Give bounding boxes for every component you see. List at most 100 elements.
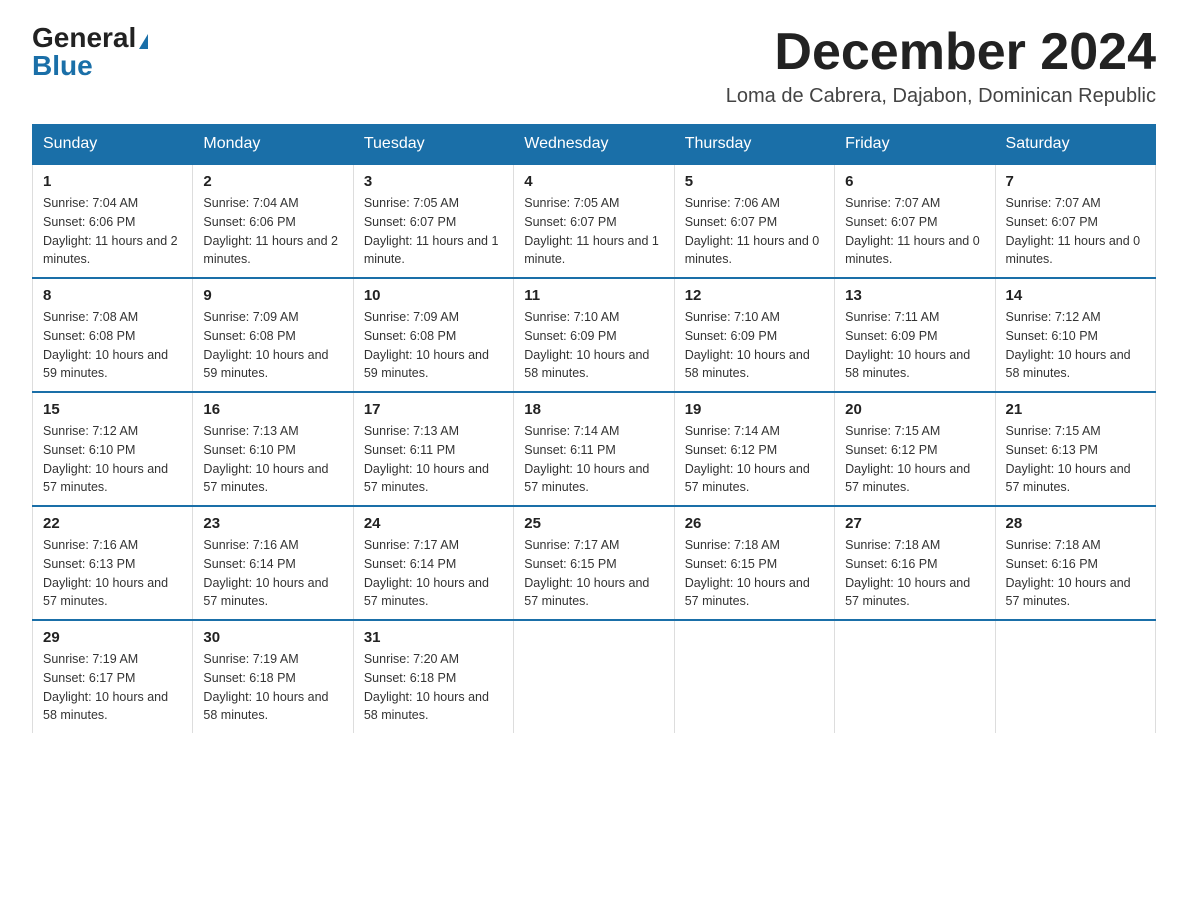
day-cell-7: 7Sunrise: 7:07 AMSunset: 6:07 PMDaylight… [995, 164, 1155, 278]
day-info: Sunrise: 7:14 AMSunset: 6:11 PMDaylight:… [524, 422, 663, 497]
day-number: 21 [1006, 401, 1145, 418]
header: General Blue December 2024 Loma de Cabre… [32, 24, 1156, 108]
day-number: 22 [43, 515, 182, 532]
day-number: 9 [203, 287, 342, 304]
calendar-table: SundayMondayTuesdayWednesdayThursdayFrid… [32, 124, 1156, 733]
day-number: 2 [203, 173, 342, 190]
col-header-sunday: Sunday [33, 125, 193, 165]
day-info: Sunrise: 7:19 AMSunset: 6:17 PMDaylight:… [43, 650, 182, 725]
col-header-tuesday: Tuesday [353, 125, 513, 165]
col-header-monday: Monday [193, 125, 353, 165]
day-cell-10: 10 Sunrise: 7:09 AMSunset: 6:08 PMDayligh… [353, 278, 513, 392]
day-cell-11: 11Sunrise: 7:10 AMSunset: 6:09 PMDayligh… [514, 278, 674, 392]
week-row-3: 15 Sunrise: 7:12 AMSunset: 6:10 PMDayligh… [33, 392, 1156, 506]
day-number: 30 [203, 629, 342, 646]
location-title: Loma de Cabrera, Dajabon, Dominican Repu… [726, 85, 1156, 108]
day-number: 8 [43, 287, 182, 304]
day-number: 23 [203, 515, 342, 532]
day-number: 17 [364, 401, 503, 418]
day-info: Sunrise: 7:05 AMSunset: 6:07 PMDaylight:… [524, 194, 663, 269]
month-title: December 2024 [726, 24, 1156, 81]
day-cell-19: 19Sunrise: 7:14 AMSunset: 6:12 PMDayligh… [674, 392, 834, 506]
day-info: Sunrise: 7:13 AMSunset: 6:10 PMDaylight:… [203, 422, 342, 497]
day-number: 26 [685, 515, 824, 532]
day-info: Sunrise: 7:18 AMSunset: 6:15 PMDaylight:… [685, 536, 824, 611]
week-row-5: 29 Sunrise: 7:19 AMSunset: 6:17 PMDayligh… [33, 620, 1156, 733]
day-cell-27: 27Sunrise: 7:18 AMSunset: 6:16 PMDayligh… [835, 506, 995, 620]
day-info: Sunrise: 7:19 AMSunset: 6:18 PMDaylight:… [203, 650, 342, 725]
day-info: Sunrise: 7:12 AMSunset: 6:10 PMDaylight:… [1006, 308, 1145, 383]
day-cell-30: 30 Sunrise: 7:19 AMSunset: 6:18 PMDayligh… [193, 620, 353, 733]
empty-cell [995, 620, 1155, 733]
day-number: 11 [524, 287, 663, 304]
day-number: 24 [364, 515, 503, 532]
day-number: 10 [364, 287, 503, 304]
day-info: Sunrise: 7:07 AMSunset: 6:07 PMDaylight:… [845, 194, 984, 269]
day-number: 1 [43, 173, 182, 190]
day-cell-8: 8 Sunrise: 7:08 AMSunset: 6:08 PMDaylight… [33, 278, 193, 392]
day-number: 18 [524, 401, 663, 418]
day-cell-2: 2Sunrise: 7:04 AMSunset: 6:06 PMDaylight… [193, 164, 353, 278]
day-info: Sunrise: 7:16 AMSunset: 6:14 PMDaylight:… [203, 536, 342, 611]
day-cell-20: 20 Sunrise: 7:15 AMSunset: 6:12 PMDayligh… [835, 392, 995, 506]
day-number: 31 [364, 629, 503, 646]
day-cell-24: 24 Sunrise: 7:17 AMSunset: 6:14 PMDayligh… [353, 506, 513, 620]
day-info: Sunrise: 7:15 AMSunset: 6:12 PMDaylight:… [845, 422, 984, 497]
day-number: 20 [845, 401, 984, 418]
title-block: December 2024 Loma de Cabrera, Dajabon, … [726, 24, 1156, 108]
day-info: Sunrise: 7:11 AMSunset: 6:09 PMDaylight:… [845, 308, 984, 383]
day-cell-23: 23 Sunrise: 7:16 AMSunset: 6:14 PMDayligh… [193, 506, 353, 620]
day-cell-16: 16 Sunrise: 7:13 AMSunset: 6:10 PMDayligh… [193, 392, 353, 506]
header-row: SundayMondayTuesdayWednesdayThursdayFrid… [33, 125, 1156, 165]
day-number: 19 [685, 401, 824, 418]
logo-general: General [32, 24, 136, 52]
day-cell-31: 31 Sunrise: 7:20 AMSunset: 6:18 PMDayligh… [353, 620, 513, 733]
day-number: 15 [43, 401, 182, 418]
day-cell-29: 29 Sunrise: 7:19 AMSunset: 6:17 PMDayligh… [33, 620, 193, 733]
empty-cell [674, 620, 834, 733]
day-info: Sunrise: 7:04 AMSunset: 6:06 PMDaylight:… [43, 194, 182, 269]
day-info: Sunrise: 7:16 AMSunset: 6:13 PMDaylight:… [43, 536, 182, 611]
day-info: Sunrise: 7:20 AMSunset: 6:18 PMDaylight:… [364, 650, 503, 725]
day-info: Sunrise: 7:09 AMSunset: 6:08 PMDaylight:… [364, 308, 503, 383]
day-cell-14: 14 Sunrise: 7:12 AMSunset: 6:10 PMDayligh… [995, 278, 1155, 392]
day-cell-9: 9Sunrise: 7:09 AMSunset: 6:08 PMDaylight… [193, 278, 353, 392]
empty-cell [835, 620, 995, 733]
day-info: Sunrise: 7:08 AMSunset: 6:08 PMDaylight:… [43, 308, 182, 383]
day-number: 27 [845, 515, 984, 532]
day-cell-4: 4 Sunrise: 7:05 AMSunset: 6:07 PMDaylight… [514, 164, 674, 278]
day-cell-25: 25Sunrise: 7:17 AMSunset: 6:15 PMDayligh… [514, 506, 674, 620]
day-cell-22: 22 Sunrise: 7:16 AMSunset: 6:13 PMDayligh… [33, 506, 193, 620]
day-cell-6: 6 Sunrise: 7:07 AMSunset: 6:07 PMDaylight… [835, 164, 995, 278]
day-info: Sunrise: 7:06 AMSunset: 6:07 PMDaylight:… [685, 194, 824, 269]
day-number: 14 [1006, 287, 1145, 304]
week-row-2: 8 Sunrise: 7:08 AMSunset: 6:08 PMDaylight… [33, 278, 1156, 392]
empty-cell [514, 620, 674, 733]
day-info: Sunrise: 7:10 AMSunset: 6:09 PMDaylight:… [685, 308, 824, 383]
day-number: 16 [203, 401, 342, 418]
day-info: Sunrise: 7:12 AMSunset: 6:10 PMDaylight:… [43, 422, 182, 497]
day-number: 6 [845, 173, 984, 190]
logo-triangle [139, 34, 148, 49]
day-cell-13: 13Sunrise: 7:11 AMSunset: 6:09 PMDayligh… [835, 278, 995, 392]
col-header-wednesday: Wednesday [514, 125, 674, 165]
day-info: Sunrise: 7:17 AMSunset: 6:14 PMDaylight:… [364, 536, 503, 611]
day-info: Sunrise: 7:15 AMSunset: 6:13 PMDaylight:… [1006, 422, 1145, 497]
day-cell-28: 28Sunrise: 7:18 AMSunset: 6:16 PMDayligh… [995, 506, 1155, 620]
day-number: 5 [685, 173, 824, 190]
logo: General Blue [32, 24, 148, 80]
logo-blue: Blue [32, 52, 148, 80]
col-header-saturday: Saturday [995, 125, 1155, 165]
day-cell-21: 21 Sunrise: 7:15 AMSunset: 6:13 PMDayligh… [995, 392, 1155, 506]
day-number: 4 [524, 173, 663, 190]
col-header-friday: Friday [835, 125, 995, 165]
day-number: 29 [43, 629, 182, 646]
day-info: Sunrise: 7:13 AMSunset: 6:11 PMDaylight:… [364, 422, 503, 497]
day-cell-15: 15 Sunrise: 7:12 AMSunset: 6:10 PMDayligh… [33, 392, 193, 506]
day-cell-12: 12Sunrise: 7:10 AMSunset: 6:09 PMDayligh… [674, 278, 834, 392]
week-row-4: 22 Sunrise: 7:16 AMSunset: 6:13 PMDayligh… [33, 506, 1156, 620]
day-cell-18: 18 Sunrise: 7:14 AMSunset: 6:11 PMDayligh… [514, 392, 674, 506]
day-number: 7 [1006, 173, 1145, 190]
day-cell-1: 1 Sunrise: 7:04 AMSunset: 6:06 PMDaylight… [33, 164, 193, 278]
day-cell-17: 17 Sunrise: 7:13 AMSunset: 6:11 PMDayligh… [353, 392, 513, 506]
